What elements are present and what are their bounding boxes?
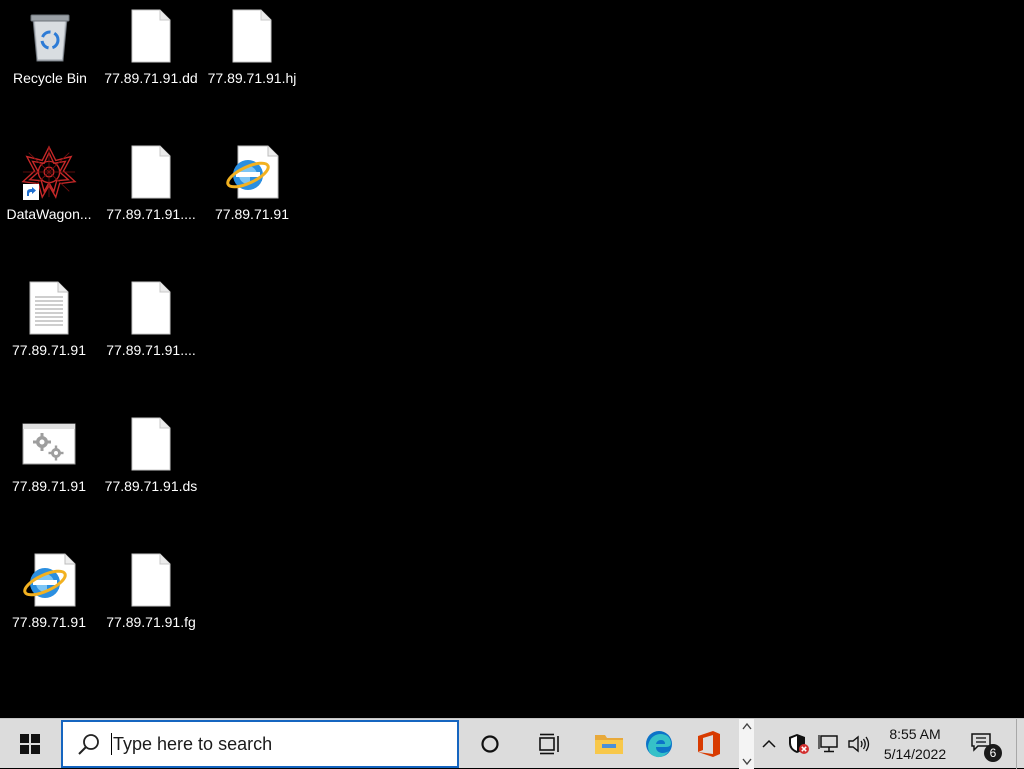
notification-count-badge: 6 — [984, 744, 1002, 762]
cortana-circle-icon — [481, 735, 499, 753]
text-caret — [111, 733, 112, 755]
taskbar-clock[interactable]: 8:55 AM 5/14/2022 — [872, 719, 958, 769]
taskbar-overflow-scroller[interactable] — [739, 719, 754, 769]
datawagon-shortcut-icon — [21, 144, 77, 200]
desktop-icon-file-truncated-2[interactable]: 77.89.71.91.... — [103, 280, 199, 366]
chevron-up-small-icon — [741, 722, 752, 730]
internet-explorer-file-icon — [224, 144, 280, 200]
desktop-icon-label: Recycle Bin — [13, 70, 87, 86]
desktop-icon-label: 77.89.71.91.ds — [104, 478, 198, 494]
desktop-icon-file-truncated-1[interactable]: 77.89.71.91.... — [103, 144, 199, 230]
show-hidden-icons-button[interactable] — [758, 719, 780, 769]
task-view-icon — [539, 733, 559, 755]
volume-tray-button[interactable] — [846, 719, 872, 769]
clock-time: 8:55 AM — [889, 726, 941, 742]
internet-explorer-file-icon — [21, 552, 77, 608]
chevron-up-icon — [762, 739, 776, 748]
volume-icon — [848, 735, 870, 753]
shortcut-arrow-icon — [23, 184, 39, 200]
office-icon — [698, 731, 720, 757]
desktop-icon-ie-file[interactable]: 77.89.71.91 — [1, 552, 97, 638]
chevron-down-small-icon — [741, 758, 752, 766]
desktop-icon-file-ds[interactable]: 77.89.71.91.ds — [103, 416, 199, 502]
desktop-icon-label: 77.89.71.91.... — [106, 206, 196, 222]
start-windows-icon — [20, 734, 40, 754]
desktop-icon-config-file[interactable]: 77.89.71.91 — [1, 416, 97, 502]
start-button[interactable] — [0, 719, 60, 769]
config-settings-file-icon — [21, 416, 77, 472]
desktop-icon-file-dd[interactable]: 77.89.71.91.dd — [103, 8, 199, 94]
desktop-icon-label: 77.89.71.91.fg — [106, 614, 196, 630]
blank-file-icon — [123, 552, 179, 608]
file-explorer-icon — [595, 735, 623, 754]
blank-file-icon — [224, 8, 280, 64]
text-document-icon — [21, 280, 77, 336]
search-box[interactable] — [61, 720, 459, 768]
blank-file-icon — [123, 280, 179, 336]
recycle-bin-icon — [22, 8, 78, 64]
desktop-icon-label: 77.89.71.91.hj — [207, 70, 297, 86]
desktop-icon-label: 77.89.71.91.dd — [104, 70, 198, 86]
action-center-button[interactable] — [964, 719, 1004, 769]
search-icon — [78, 734, 99, 755]
network-tray-button[interactable] — [816, 719, 842, 769]
clock-date: 5/14/2022 — [883, 746, 947, 762]
desktop-icon-text-document[interactable]: 77.89.71.91 — [1, 280, 97, 366]
show-desktop-button[interactable] — [1016, 719, 1024, 769]
desktop-icon-label: 77.89.71.91 — [12, 478, 86, 494]
security-tray-button[interactable] — [786, 719, 812, 769]
edge-browser-icon — [646, 731, 672, 758]
taskbar: 8:55 AM 5/14/2022 6 — [0, 718, 1024, 769]
desktop-icon-ie-file-2[interactable]: 77.89.71.91 — [204, 144, 300, 230]
office-button[interactable] — [686, 719, 732, 769]
desktop-icon-label: 77.89.71.91.... — [106, 342, 196, 358]
edge-browser-button[interactable] — [636, 719, 682, 769]
desktop-icon-label: 77.89.71.91 — [12, 614, 86, 630]
desktop-icon-file-fg[interactable]: 77.89.71.91.fg — [103, 552, 199, 638]
desktop-icon-file-hj[interactable]: 77.89.71.91.hj — [204, 8, 300, 94]
file-explorer-button[interactable] — [586, 719, 632, 769]
security-shield-icon — [789, 734, 809, 754]
desktop-icon-datawagon[interactable]: DataWagon... — [1, 144, 97, 230]
search-input[interactable] — [113, 733, 433, 755]
cortana-button[interactable] — [466, 719, 514, 769]
desktop-icon-recycle-bin[interactable]: Recycle Bin — [2, 8, 98, 94]
blank-file-icon — [123, 8, 179, 64]
task-view-button[interactable] — [526, 719, 574, 769]
network-icon — [818, 735, 838, 753]
blank-file-icon — [123, 144, 179, 200]
desktop: Recycle Bin DataWagon... 77.89.71.91 77.… — [0, 0, 1024, 718]
desktop-icon-label: 77.89.71.91 — [12, 342, 86, 358]
blank-file-icon — [123, 416, 179, 472]
desktop-icon-label: DataWagon... — [6, 206, 92, 222]
desktop-icon-label: 77.89.71.91 — [215, 206, 289, 222]
